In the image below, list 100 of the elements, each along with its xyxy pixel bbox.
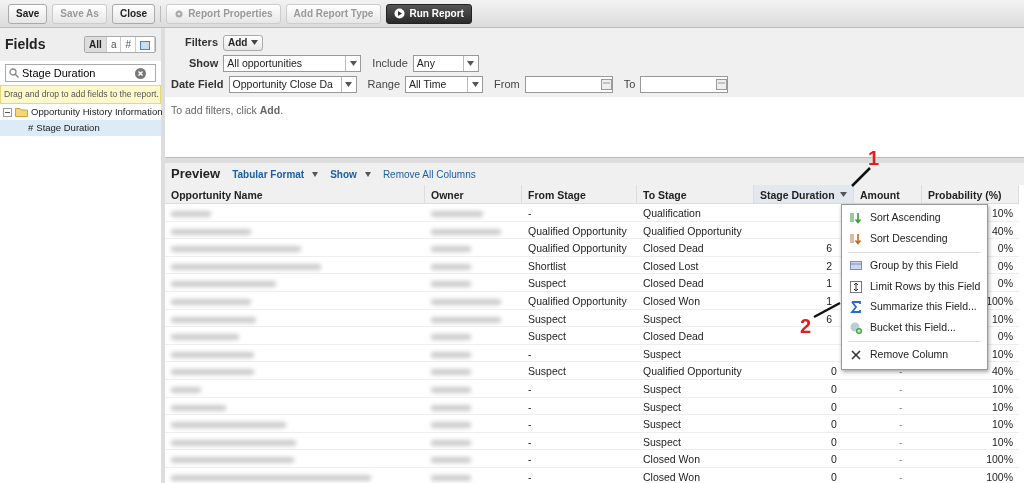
filter-toggle[interactable]: [136, 37, 155, 52]
blurred-text: [431, 211, 483, 217]
table-cell: Suspect: [637, 432, 754, 451]
table-cell: Qualified Opportunity: [522, 291, 637, 310]
blurred-text: [431, 404, 471, 411]
table-cell: Closed Dead: [637, 327, 754, 345]
tree-item[interactable]: Stage Duration: [36, 121, 100, 136]
table-cell: Suspect: [522, 327, 637, 345]
preview-link[interactable]: Show: [330, 166, 371, 182]
to-date-field[interactable]: [640, 76, 729, 93]
sort-ascending-icon: [850, 212, 862, 225]
table-cell: 0: [754, 379, 854, 398]
sort-descending-icon: [850, 232, 862, 245]
table-cell: -: [522, 450, 637, 468]
date-field-select[interactable]: Opportunity Close Da: [228, 76, 357, 93]
table-cell: Qualified Opportunity: [522, 221, 637, 240]
toolbar-button[interactable]: Run Report: [386, 3, 472, 24]
table-cell: 10%: [922, 397, 1019, 416]
table-cell: 100%: [922, 467, 1019, 483]
search-icon: [9, 68, 19, 78]
filter-toggle[interactable]: #: [121, 37, 136, 52]
table-cell: -: [854, 467, 922, 483]
column-header[interactable]: Amount: [854, 185, 922, 204]
tree-item[interactable]: Opportunity History Information: [31, 104, 163, 120]
search-field[interactable]: Stage Duration: [5, 64, 156, 82]
blurred-text: [171, 386, 201, 393]
blurred-text: [431, 263, 471, 270]
table-cell: -: [854, 450, 922, 468]
blurred-text: [431, 474, 471, 481]
preview-link[interactable]: Tabular Format: [232, 166, 319, 182]
grouping-icon: [850, 260, 862, 273]
sigma-icon: [850, 301, 862, 314]
toolbar-button[interactable]: Close: [111, 3, 156, 24]
caret-icon: [345, 82, 353, 87]
table-cell: 0: [754, 415, 854, 433]
table-cell: Qualified Opportunity: [522, 239, 637, 257]
column-header[interactable]: Owner: [425, 185, 522, 204]
callout-number: 2: [800, 316, 812, 336]
close-icon: [850, 349, 862, 362]
from-label: From: [494, 77, 520, 93]
filters-label: Filters: [185, 35, 218, 51]
table-cell: Suspect: [637, 309, 754, 328]
bucket-icon: [850, 321, 862, 334]
table-cell: Closed Won: [637, 450, 754, 468]
play-icon: [394, 8, 406, 19]
table-cell: -: [522, 379, 637, 398]
column-header[interactable]: From Stage: [522, 185, 637, 204]
drag-hint: Drag and drop to add fields to the report.: [0, 85, 161, 104]
preview-title: Preview: [171, 165, 221, 184]
calendar-icon: [140, 40, 150, 50]
show-select[interactable]: All opportunities: [223, 55, 362, 72]
table-cell: Qualification: [637, 204, 754, 222]
blurred-text: [431, 246, 471, 253]
table-cell: 100%: [922, 450, 1019, 468]
table-cell: -: [522, 344, 637, 363]
to-label: To: [623, 77, 636, 93]
filter-toggle[interactable]: All: [85, 37, 107, 52]
blurred-text: [431, 422, 471, 429]
caret-icon: [251, 40, 259, 45]
callout-number: 1: [868, 148, 880, 168]
column-header[interactable]: Opportunity Name: [165, 185, 425, 204]
table-cell: 0: [754, 450, 854, 468]
table-cell: Shortlist: [522, 256, 637, 275]
table-cell: -: [854, 432, 922, 451]
column-header[interactable]: To Stage: [637, 185, 754, 204]
table-cell: -: [854, 415, 922, 433]
collapse-icon[interactable]: [3, 107, 12, 117]
table-cell: Qualified Opportunity: [637, 221, 754, 240]
add-filter-button[interactable]: Add: [223, 34, 264, 51]
callout-line: [849, 166, 873, 188]
table-cell: -: [854, 397, 922, 416]
caret-icon: [312, 171, 319, 177]
blurred-text: [171, 211, 211, 217]
range-select[interactable]: All Time: [405, 76, 483, 93]
column-header[interactable]: Stage Duration: [754, 185, 854, 204]
caret-icon: [840, 192, 847, 197]
toolbar-button[interactable]: Save: [8, 3, 48, 24]
column-header[interactable]: Probability (%): [922, 185, 1019, 204]
folder-icon: [15, 107, 28, 117]
limit-rows-icon: [850, 280, 862, 293]
from-date-field[interactable]: [524, 76, 613, 93]
table-cell: 0: [754, 467, 854, 483]
range-label: Range: [367, 77, 400, 93]
preview-link[interactable]: Remove All Columns: [382, 166, 476, 182]
caret-icon: [364, 171, 371, 177]
blurred-text: [171, 404, 226, 411]
table-cell: Suspect: [637, 397, 754, 416]
panel-title: Fields: [5, 35, 46, 54]
include-label: Include: [372, 56, 408, 72]
calendar-icon: [716, 79, 728, 90]
table-cell: 10%: [922, 379, 1019, 398]
table-cell: -: [522, 415, 637, 433]
blurred-text: [171, 334, 239, 341]
gear-icon: [174, 8, 185, 19]
table-cell: 0: [754, 432, 854, 451]
table-cell: Closed Won: [637, 291, 754, 310]
blurred-text: [431, 334, 471, 341]
blurred-text: [431, 351, 471, 358]
blurred-text: [431, 457, 471, 464]
include-select[interactable]: Any: [412, 55, 479, 72]
